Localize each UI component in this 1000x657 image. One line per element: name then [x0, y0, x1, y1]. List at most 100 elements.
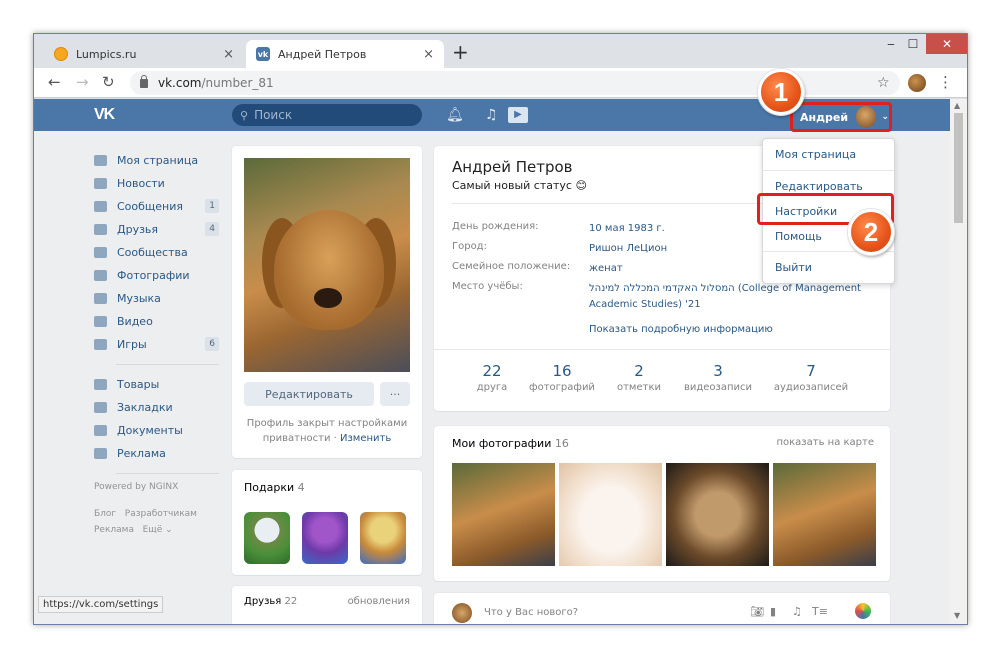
scroll-down-icon[interactable]: ▼ — [954, 611, 960, 620]
sidebar-item[interactable]: Моя страница — [94, 149, 219, 172]
profile-counter[interactable]: 16 фотографий — [522, 362, 602, 393]
dropdown-help[interactable]: Помощь — [775, 230, 822, 243]
privacy-change-link[interactable]: Изменить — [340, 433, 391, 444]
sidebar-item[interactable]: Музыка — [94, 287, 219, 310]
status-url: https://vk.com/settings — [38, 596, 164, 613]
menu-icon — [94, 293, 107, 304]
gifts-count: 4 — [297, 481, 305, 494]
sidebar-item[interactable]: Реклама — [94, 442, 219, 465]
photos-header[interactable]: Мои фотографии 16 — [452, 437, 569, 450]
tab-close-icon[interactable]: × — [223, 47, 234, 62]
profile-counter[interactable]: 22 друга — [452, 362, 532, 393]
close-window-button[interactable]: ✕ — [926, 34, 967, 54]
photo-thumb-dog[interactable] — [452, 463, 555, 566]
sidebar-item[interactable]: Товары — [94, 373, 219, 396]
dog-nose — [314, 288, 342, 308]
show-details-link[interactable]: Показать подробную информацию — [589, 324, 773, 335]
profile-counter[interactable]: 7 аудиозаписей — [771, 362, 851, 393]
sidebar-item[interactable]: Документы — [94, 419, 219, 442]
profile-status[interactable]: Самый новый статус 😊 — [452, 179, 587, 192]
photos-card: Мои фотографии 16 показать на карте — [434, 426, 890, 581]
gift-monster-icon[interactable] — [302, 512, 348, 564]
sidebar-item[interactable]: Игры 6 — [94, 333, 219, 356]
back-arrow-icon[interactable]: ← — [48, 73, 61, 91]
forward-arrow-icon[interactable]: → — [76, 73, 89, 91]
scroll-thumb[interactable] — [954, 113, 963, 223]
bookmark-star-icon[interactable]: ☆ — [877, 75, 890, 91]
profile-counter[interactable]: 3 видеозаписи — [678, 362, 758, 393]
menu-icon — [94, 224, 107, 235]
footer-link-blog[interactable]: Блог — [94, 509, 116, 519]
step-2-marker: 2 — [848, 209, 894, 255]
notifications-bell-icon[interactable]: 🔔︎ — [446, 107, 464, 123]
browser-window: Lumpics.ru × vk Андрей Петров × + ‒ ☐ ✕ … — [33, 33, 968, 625]
counters-row: 22 друга 16 фотографий 2 отметки 3 видеозаписи 7… — [434, 352, 890, 407]
camera-icon[interactable]: 📷︎ — [750, 605, 764, 618]
show-on-map-link[interactable]: показать на карте — [776, 437, 874, 448]
info-value[interactable]: המסלול האקדמי המכללה למינהל (College of … — [589, 281, 879, 313]
more-button[interactable]: ··· — [380, 382, 410, 406]
dropdown-divider — [763, 170, 894, 171]
browser-profile-avatar[interactable] — [908, 74, 926, 92]
sidebar-item-label: Закладки — [117, 401, 173, 414]
count-badge: 6 — [205, 337, 219, 351]
photo-thumb-dog2[interactable] — [773, 463, 876, 566]
video-icon[interactable]: ▮ — [770, 605, 776, 618]
sidebar-item[interactable]: Сообщения 1 — [94, 195, 219, 218]
photo-thumb-cub[interactable] — [666, 463, 769, 566]
footer-link-dev[interactable]: Разработчикам — [125, 509, 197, 519]
maximize-button[interactable]: ☐ — [898, 34, 928, 54]
footer-link-more[interactable]: Ещё ⌄ — [143, 525, 173, 535]
dropdown-edit[interactable]: Редактировать — [775, 180, 863, 193]
reload-icon[interactable]: ↻ — [102, 73, 115, 91]
sidebar-item[interactable]: Фотографии — [94, 264, 219, 287]
menu-icon — [94, 247, 107, 258]
search-placeholder: Поиск — [254, 108, 293, 122]
friends-header[interactable]: Друзья 22 — [244, 596, 297, 607]
sidebar-item[interactable]: Друзья 4 — [94, 218, 219, 241]
search-icon: ⚲ — [240, 108, 249, 122]
music-note-icon[interactable]: ♫ — [485, 107, 498, 123]
gifts-header[interactable]: Подарки 4 — [244, 481, 305, 494]
counter-value: 2 — [634, 362, 644, 380]
profile-counter[interactable]: 2 отметки — [599, 362, 679, 393]
tab-close-icon[interactable]: × — [423, 47, 434, 62]
user-avatar — [856, 106, 877, 128]
sidebar-item-label: Реклама — [117, 447, 166, 460]
new-tab-button[interactable]: + — [452, 42, 469, 62]
friends-updates-link[interactable]: обновления — [348, 596, 410, 607]
photo-thumb-fox[interactable] — [559, 463, 662, 566]
counter-value: 3 — [713, 362, 723, 380]
edit-profile-button[interactable]: Редактировать — [244, 382, 374, 406]
dropdown-logout[interactable]: Выйти — [775, 261, 812, 274]
dropdown-my-page[interactable]: Моя страница — [775, 148, 856, 161]
tab-vk-profile[interactable]: vk Андрей Петров × — [246, 40, 444, 68]
sidebar-item[interactable]: Сообщества — [94, 241, 219, 264]
tool-icon[interactable] — [855, 603, 871, 619]
user-menu-button[interactable]: Андрей ⌄ — [790, 102, 892, 132]
vk-logo-icon[interactable]: VK — [94, 106, 115, 124]
scroll-up-icon[interactable]: ▲ — [954, 101, 960, 110]
new-post-input[interactable]: Что у Вас нового? — [484, 607, 578, 618]
left-menu: Моя страница Новости Сообщения 1 Друзья 4 Сооб… — [94, 149, 219, 538]
page-scrollbar[interactable]: ▲ ▼ — [950, 99, 967, 624]
menu-icon — [94, 448, 107, 459]
footer-link-ads[interactable]: Реклама — [94, 525, 134, 535]
sidebar-item[interactable]: Новости — [94, 172, 219, 195]
friends-title: Друзья — [244, 596, 282, 607]
sidebar-item[interactable]: Закладки — [94, 396, 219, 419]
tab-lumpics[interactable]: Lumpics.ru × — [44, 40, 244, 68]
menu-divider — [116, 364, 219, 365]
sidebar-item[interactable]: Видео — [94, 310, 219, 333]
play-icon[interactable]: ▶ — [508, 107, 528, 123]
text-icon[interactable]: T≡ — [812, 605, 828, 618]
profile-photo[interactable] — [244, 158, 410, 372]
browser-menu-icon[interactable]: ⋮ — [938, 73, 953, 91]
divider — [434, 349, 890, 350]
gift-cat-icon[interactable] — [244, 512, 290, 564]
friends-card: Друзья 22 обновления — [232, 586, 422, 624]
gift-box-icon[interactable] — [360, 512, 406, 564]
music-icon[interactable]: ♫ — [792, 605, 802, 618]
search-input[interactable]: ⚲ Поиск — [232, 104, 422, 126]
privacy-note: Профиль закрыт настройками приватности ·… — [244, 416, 410, 446]
